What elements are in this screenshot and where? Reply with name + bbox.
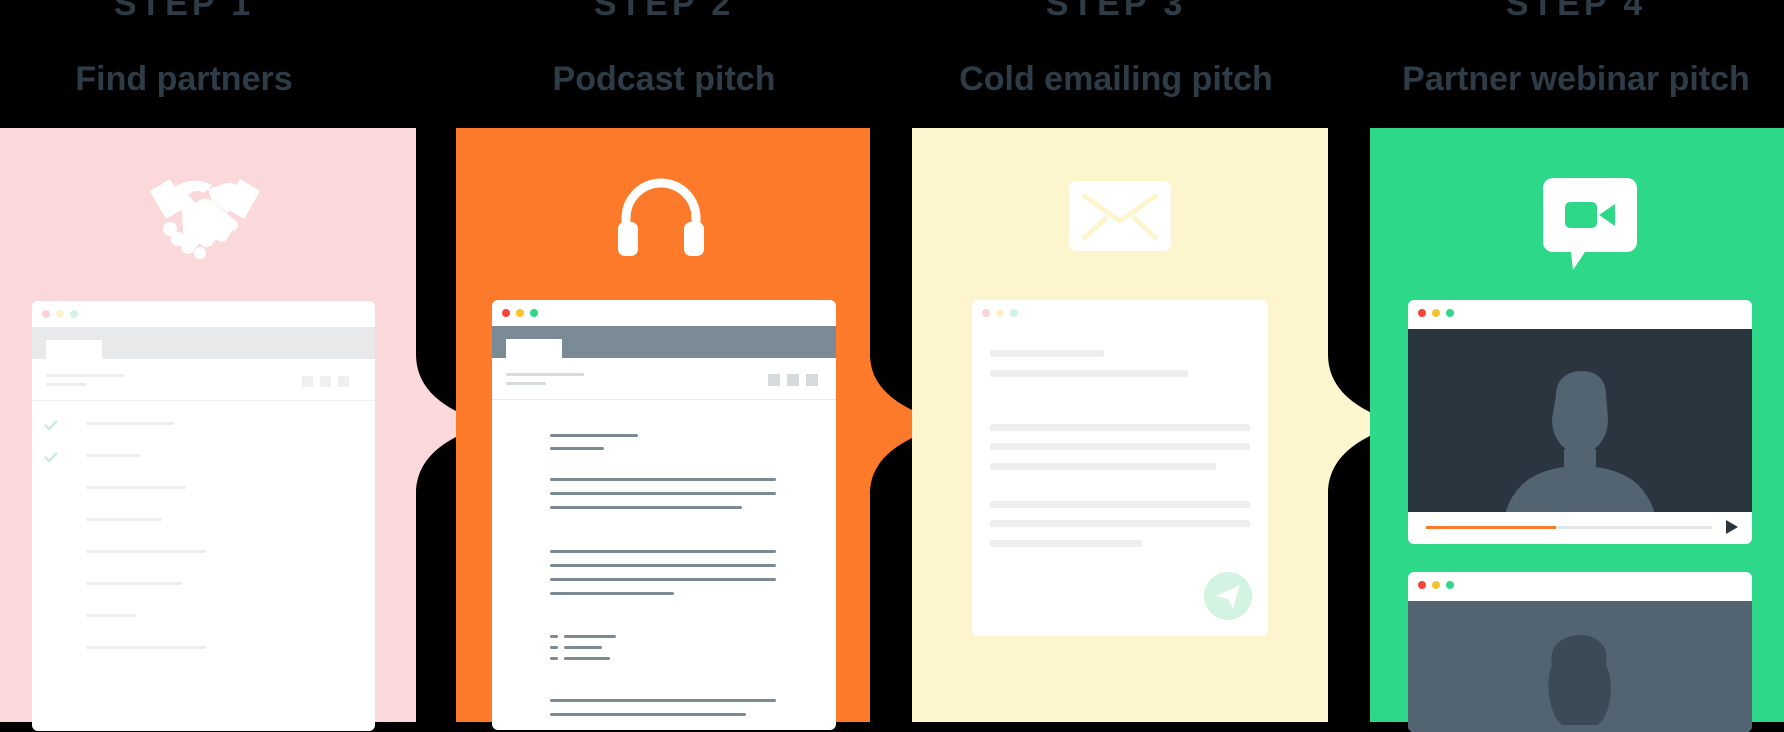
person-silhouette-icon	[1548, 635, 1612, 725]
step-3-panel	[912, 128, 1328, 722]
play-icon[interactable]	[1726, 520, 1738, 534]
step-4-title: Partner webinar pitch	[1402, 60, 1750, 98]
tab-bar	[492, 326, 836, 358]
video-progress-fill	[1426, 526, 1556, 529]
step-2-label: STEP 2	[593, 0, 735, 23]
step-4-label: STEP 4	[1505, 0, 1647, 23]
step-1-label: STEP 1	[113, 0, 255, 23]
step-2-browser-window	[492, 300, 836, 730]
send-icon[interactable]	[1204, 572, 1252, 620]
step-3-title: Cold emailing pitch	[959, 60, 1273, 98]
video-chat-icon	[1543, 178, 1637, 270]
tab	[506, 339, 562, 358]
video-frame	[1408, 329, 1752, 512]
step-2-title: Podcast pitch	[552, 60, 776, 98]
window-controls	[1408, 572, 1752, 598]
step-1-browser-window	[32, 301, 375, 731]
headphones-icon	[618, 178, 704, 256]
window-controls	[32, 301, 375, 327]
step-3-label: STEP 3	[1045, 0, 1187, 23]
step-3-heading: STEP 3 Cold emailing pitch	[916, 0, 1316, 99]
step-4-video-window-2	[1408, 572, 1752, 732]
check-icon	[44, 420, 58, 431]
step-1-heading: STEP 1 Find partners	[0, 0, 384, 99]
window-controls	[972, 300, 1268, 326]
step-2-panel	[456, 128, 870, 730]
person-silhouette-icon	[1505, 371, 1655, 512]
step-4-heading: STEP 4 Partner webinar pitch	[1376, 0, 1776, 99]
tab	[46, 340, 102, 359]
window-controls	[1408, 300, 1752, 326]
step-1-panel	[0, 128, 416, 731]
video-frame	[1408, 601, 1752, 732]
step-1-title: Find partners	[75, 60, 293, 98]
step-3-email-window	[972, 300, 1268, 636]
step-4-panel	[1370, 128, 1784, 732]
step-2-heading: STEP 2 Podcast pitch	[464, 0, 864, 99]
step-4-video-window	[1408, 300, 1752, 544]
handshake-icon	[150, 179, 260, 259]
window-controls	[492, 300, 836, 326]
tab-bar	[32, 327, 375, 359]
check-icon	[44, 452, 58, 463]
envelope-icon	[1069, 181, 1171, 251]
